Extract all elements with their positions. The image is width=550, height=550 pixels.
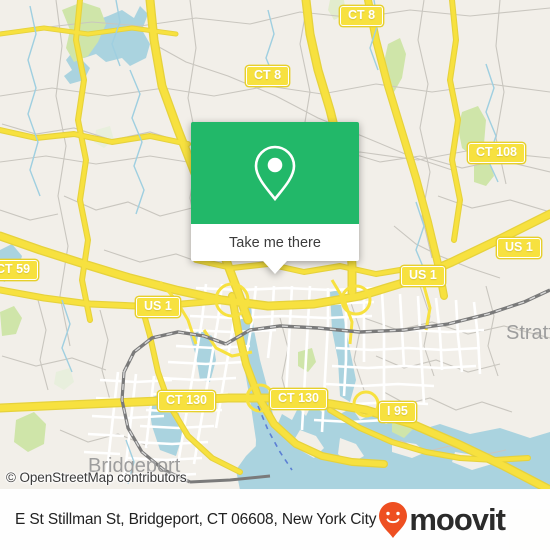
location-popup-card[interactable]: Take me there: [191, 122, 359, 274]
address-label: E St Stillman St, Bridgeport, CT 06608, …: [15, 510, 377, 528]
footer-bar: E St Stillman St, Bridgeport, CT 06608, …: [0, 489, 550, 550]
road-shield-ct8-north[interactable]: CT 8: [340, 6, 384, 26]
osm-attribution[interactable]: © OpenStreetMap contributors: [6, 470, 187, 485]
place-label-stratford: Stratford: [506, 322, 550, 344]
take-me-there-button[interactable]: Take me there: [191, 224, 359, 261]
road-shield-us1-mid[interactable]: US 1: [401, 266, 445, 286]
road-shield-ct130-west[interactable]: CT 130: [158, 391, 215, 411]
road-shield-ct130-east[interactable]: CT 130: [270, 389, 327, 409]
road-shield-ct8[interactable]: CT 8: [246, 66, 290, 86]
road-shield-us1-west[interactable]: US 1: [136, 297, 180, 317]
road-shield-us1-east[interactable]: US 1: [497, 238, 541, 258]
road-shield-ct108[interactable]: CT 108: [468, 143, 525, 163]
map-pin-icon: [254, 145, 296, 202]
moovit-map-screenshot: Stratford Bridgeport CT 8 CT 8 CT 108 US…: [0, 0, 550, 550]
moovit-wordmark: moovit: [409, 502, 506, 537]
moovit-pin-smiley-icon: [379, 501, 408, 538]
popup-header: [191, 122, 359, 224]
moovit-logo[interactable]: moovit: [378, 501, 506, 539]
road-shield-ct59[interactable]: CT 59: [0, 260, 39, 280]
road-shield-i95[interactable]: I 95: [379, 402, 416, 422]
popup-pointer: [263, 261, 287, 274]
